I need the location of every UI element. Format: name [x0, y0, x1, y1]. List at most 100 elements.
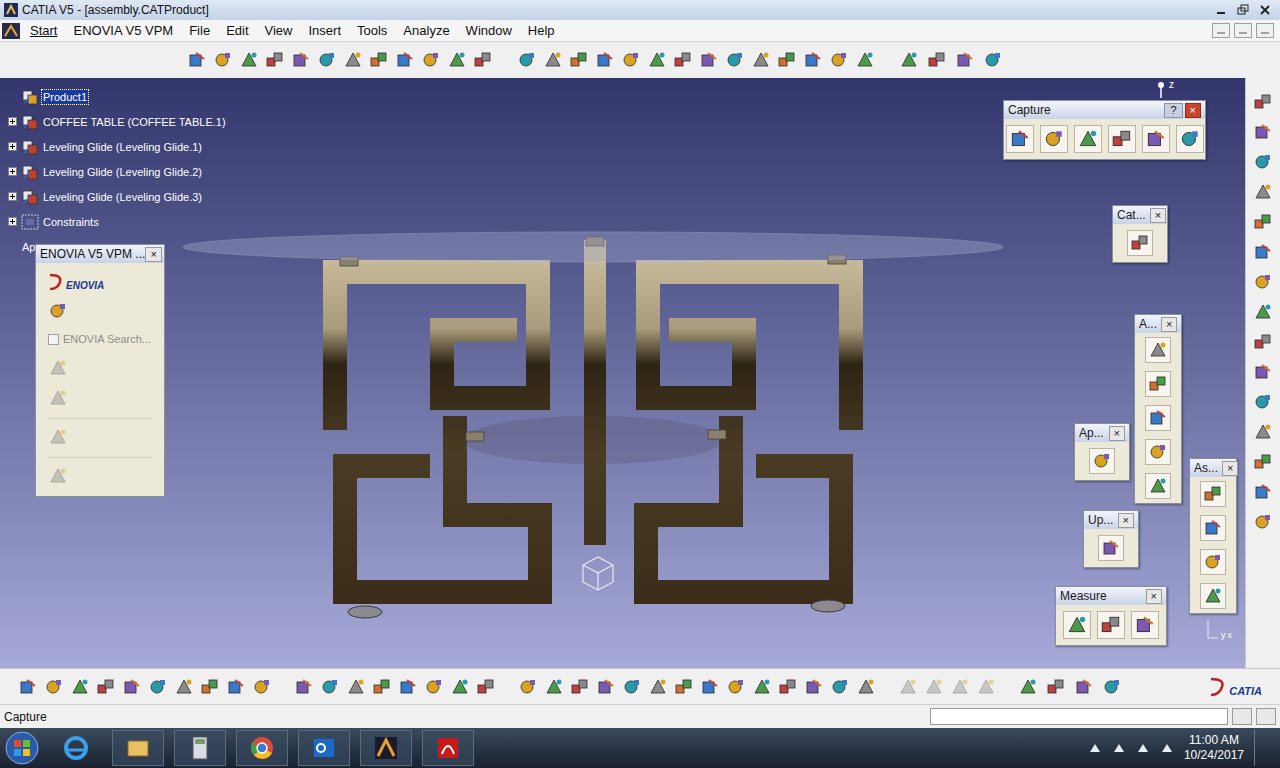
- tool-icon[interactable]: [265, 50, 285, 70]
- tool-icon[interactable]: [570, 677, 590, 697]
- panel-tool[interactable]: [1200, 481, 1226, 507]
- tool-icon[interactable]: [1203, 484, 1223, 504]
- menu-item[interactable]: Edit: [218, 23, 256, 39]
- tool-icon[interactable]: [752, 677, 772, 697]
- tool-icon[interactable]: [187, 50, 207, 70]
- expand-icon[interactable]: [8, 167, 17, 176]
- tool-icon[interactable]: [751, 50, 771, 70]
- menu-item[interactable]: Analyze: [395, 23, 457, 39]
- tool-icon[interactable]: [1203, 518, 1223, 538]
- compass-icon[interactable]: [583, 557, 613, 590]
- toolbar-panel[interactable]: Ap...×: [1074, 423, 1130, 481]
- tool-icon[interactable]: [346, 677, 366, 697]
- menu-item[interactable]: View: [257, 23, 301, 39]
- panel-tool[interactable]: [1200, 515, 1226, 541]
- tool-icon[interactable]: [450, 677, 470, 697]
- toolbar-panel[interactable]: Capture?×: [1003, 100, 1206, 160]
- panel-tool[interactable]: [1089, 448, 1115, 474]
- menu-item[interactable]: Insert: [300, 23, 349, 39]
- tool-icon[interactable]: [777, 50, 797, 70]
- show-desktop[interactable]: [1254, 730, 1266, 766]
- tool-icon[interactable]: [648, 677, 668, 697]
- command-input[interactable]: [930, 708, 1228, 725]
- tool-icon[interactable]: [239, 50, 259, 70]
- tool-icon[interactable]: [424, 677, 444, 697]
- tool-icon[interactable]: [699, 50, 719, 70]
- tree-label[interactable]: Leveling Glide (Leveling Glide.2): [42, 165, 203, 179]
- panel-tool[interactable]: [1063, 611, 1091, 639]
- title-bar[interactable]: CATIA V5 - [assembly.CATProduct]: [0, 0, 1280, 20]
- tree-item[interactable]: COFFEE TABLE (COFFEE TABLE.1): [6, 109, 227, 134]
- panel-tool[interactable]: [1176, 125, 1204, 153]
- toolbar-panel[interactable]: Cat...×: [1112, 205, 1168, 263]
- menu-item[interactable]: ENOVIA V5 VPM: [65, 23, 181, 39]
- tool-icon[interactable]: [48, 358, 68, 378]
- tree-label[interactable]: Leveling Glide (Leveling Glide.1): [42, 140, 203, 154]
- tool-icon[interactable]: [1101, 538, 1121, 558]
- tool-icon[interactable]: [1253, 182, 1273, 202]
- menu-item[interactable]: Window: [458, 23, 520, 39]
- tool-icon[interactable]: [421, 50, 441, 70]
- tool-icon[interactable]: [96, 677, 116, 697]
- tool-icon[interactable]: [976, 677, 996, 697]
- tool-icon[interactable]: [122, 677, 142, 697]
- panel-title-bar[interactable]: Capture?×: [1004, 101, 1205, 119]
- taskbar-app[interactable]: [422, 730, 474, 766]
- search-checkbox[interactable]: [48, 334, 59, 345]
- tool-icon[interactable]: [317, 50, 337, 70]
- tool-icon[interactable]: [1203, 586, 1223, 606]
- tool-icon[interactable]: [924, 677, 944, 697]
- tool-icon[interactable]: [44, 677, 64, 697]
- tool-icon[interactable]: [252, 677, 272, 697]
- viewport[interactable]: Product1COFFEE TABLE (COFFEE TABLE.1)Lev…: [0, 78, 1245, 668]
- tool-icon[interactable]: [950, 677, 970, 697]
- tool-icon[interactable]: [200, 677, 220, 697]
- close-icon[interactable]: [1258, 4, 1272, 16]
- tool-icon[interactable]: [778, 677, 798, 697]
- network-icon[interactable]: [1136, 741, 1150, 755]
- expand-icon[interactable]: [8, 217, 17, 226]
- tool-icon[interactable]: [18, 677, 38, 697]
- tool-icon[interactable]: [1253, 482, 1273, 502]
- tool-icon[interactable]: [174, 677, 194, 697]
- panel-tool[interactable]: [1145, 371, 1171, 397]
- close-button[interactable]: ×: [1146, 589, 1162, 604]
- panel-tool[interactable]: [1200, 583, 1226, 609]
- tool-icon[interactable]: [1203, 552, 1223, 572]
- tool-icon[interactable]: [291, 50, 311, 70]
- tool-icon[interactable]: [543, 50, 563, 70]
- tool-icon[interactable]: [369, 50, 389, 70]
- tray-arrow-icon[interactable]: [1088, 741, 1102, 755]
- toolbar-panel[interactable]: Measure×: [1055, 586, 1167, 646]
- tool-icon[interactable]: [673, 50, 693, 70]
- close-button[interactable]: ×: [1150, 208, 1166, 223]
- taskbar-app[interactable]: [360, 730, 412, 766]
- tool-icon[interactable]: [226, 677, 246, 697]
- tool-icon[interactable]: [1074, 677, 1094, 697]
- tool-icon[interactable]: [856, 677, 876, 697]
- tool-icon[interactable]: [1148, 476, 1168, 496]
- panel-title-bar[interactable]: Cat...×: [1113, 206, 1167, 224]
- tool-icon[interactable]: [1148, 442, 1168, 462]
- volume-icon[interactable]: [1160, 741, 1174, 755]
- tool-icon[interactable]: [1046, 677, 1066, 697]
- enovia-search[interactable]: ENOVIA Search...: [48, 331, 152, 348]
- close-button[interactable]: ×: [1222, 461, 1238, 476]
- tool-icon[interactable]: [1253, 392, 1273, 412]
- help-button[interactable]: ?: [1164, 103, 1182, 118]
- tool-icon[interactable]: [1077, 128, 1099, 150]
- tool-icon[interactable]: [726, 677, 746, 697]
- mdi-restore-icon[interactable]: [1234, 23, 1252, 38]
- tool-icon[interactable]: [1253, 242, 1273, 262]
- close-button[interactable]: ×: [1109, 426, 1125, 441]
- tool-icon[interactable]: [569, 50, 589, 70]
- panel-tool[interactable]: [1145, 439, 1171, 465]
- tool-icon[interactable]: [294, 677, 314, 697]
- toolbar-panel[interactable]: As...×: [1189, 458, 1237, 614]
- minimize-icon[interactable]: [1214, 4, 1228, 16]
- tool-icon[interactable]: [1148, 340, 1168, 360]
- taskbar-app[interactable]: [236, 730, 288, 766]
- tool-icon[interactable]: [1134, 614, 1156, 636]
- tool-icon[interactable]: [830, 677, 850, 697]
- tool-icon[interactable]: [1009, 128, 1031, 150]
